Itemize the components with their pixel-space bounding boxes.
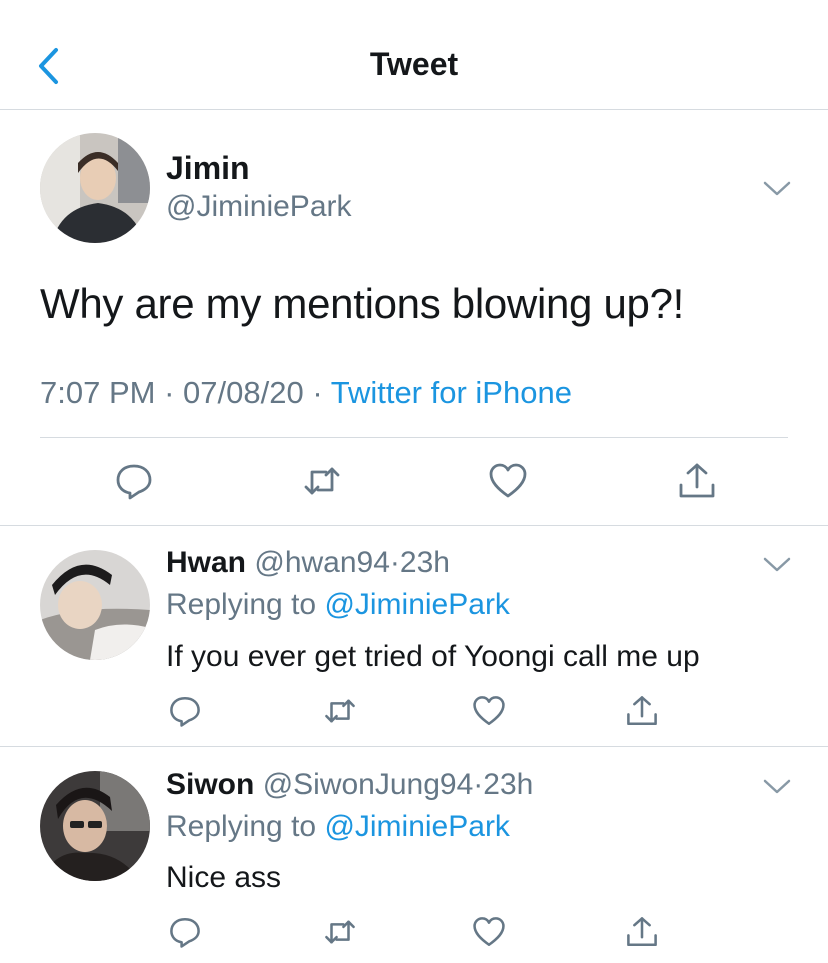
reply-icon <box>170 696 200 727</box>
share-button[interactable] <box>677 461 717 501</box>
chevron-down-icon <box>763 779 791 794</box>
tweet-date: 07/08/20 <box>183 375 304 410</box>
author-name[interactable]: Jimin <box>166 150 250 187</box>
replying-to-label: Replying to <box>166 588 317 621</box>
reply-time: 23h <box>483 768 534 801</box>
replying-to-label: Replying to <box>166 810 317 843</box>
like-icon <box>473 917 505 947</box>
avatar[interactable] <box>40 550 150 660</box>
share-icon <box>627 696 657 726</box>
top-bar: Tweet <box>0 0 828 110</box>
retweet-button[interactable] <box>302 461 342 501</box>
divider <box>40 437 788 438</box>
retweet-button[interactable] <box>323 915 357 949</box>
replying-to: Replying to @JiminiePark <box>166 810 510 844</box>
reply-time: 23h <box>399 546 450 579</box>
reply-button[interactable] <box>114 461 154 501</box>
meta-separator: · <box>389 546 400 579</box>
reply-author-handle[interactable]: @hwan94 <box>254 546 390 579</box>
share-button[interactable] <box>625 694 659 728</box>
reply-icon <box>170 917 200 948</box>
share-icon <box>627 917 657 947</box>
mention-link[interactable]: @JiminiePark <box>324 810 510 843</box>
reply-header: Hwan @hwan94·23h <box>166 546 450 580</box>
author-handle[interactable]: @JiminiePark <box>166 190 352 224</box>
retweet-icon <box>325 699 355 723</box>
like-button[interactable] <box>472 694 506 728</box>
divider <box>0 525 828 526</box>
share-icon <box>679 463 715 498</box>
tweet-text: Why are my mentions blowing up?! <box>40 280 685 327</box>
avatar[interactable] <box>40 771 150 881</box>
reply-author-name[interactable]: Hwan <box>166 546 246 579</box>
chevron-down-icon <box>763 557 791 572</box>
page-title: Tweet <box>369 46 459 82</box>
like-button[interactable] <box>488 461 528 501</box>
replying-to: Replying to @JiminiePark <box>166 588 510 622</box>
retweet-icon <box>325 920 355 944</box>
share-button[interactable] <box>625 915 659 949</box>
tweet-source-link[interactable]: Twitter for iPhone <box>331 375 572 410</box>
divider <box>0 746 828 747</box>
reply-button[interactable] <box>168 694 202 728</box>
mention-link[interactable]: @JiminiePark <box>324 588 510 621</box>
reply-header: Siwon @SiwonJung94·23h <box>166 768 533 802</box>
meta-separator: · <box>473 768 484 801</box>
reply-text: Nice ass <box>166 861 282 894</box>
tweet-menu-chevron[interactable] <box>762 778 792 796</box>
tweet-menu-chevron[interactable] <box>762 556 792 574</box>
like-icon <box>473 696 505 726</box>
like-button[interactable] <box>472 915 506 949</box>
retweet-icon <box>304 467 340 495</box>
tweet-time: 7:07 PM <box>40 375 156 410</box>
chevron-down-icon <box>763 181 791 196</box>
tweet-menu-chevron[interactable] <box>762 180 792 198</box>
like-icon <box>489 463 527 498</box>
reply-text: If you ever get tried of Yoongi call me … <box>166 640 700 673</box>
meta-separator: · <box>312 375 323 410</box>
reply-button[interactable] <box>168 915 202 949</box>
avatar[interactable] <box>40 133 150 243</box>
tweet-meta: 7:07 PM · 07/08/20 · Twitter for iPhone <box>40 375 572 411</box>
meta-separator: · <box>164 375 175 410</box>
reply-author-name[interactable]: Siwon <box>166 768 254 801</box>
reply-author-handle[interactable]: @SiwonJung94 <box>263 768 474 801</box>
retweet-button[interactable] <box>323 694 357 728</box>
reply-icon <box>116 464 152 500</box>
